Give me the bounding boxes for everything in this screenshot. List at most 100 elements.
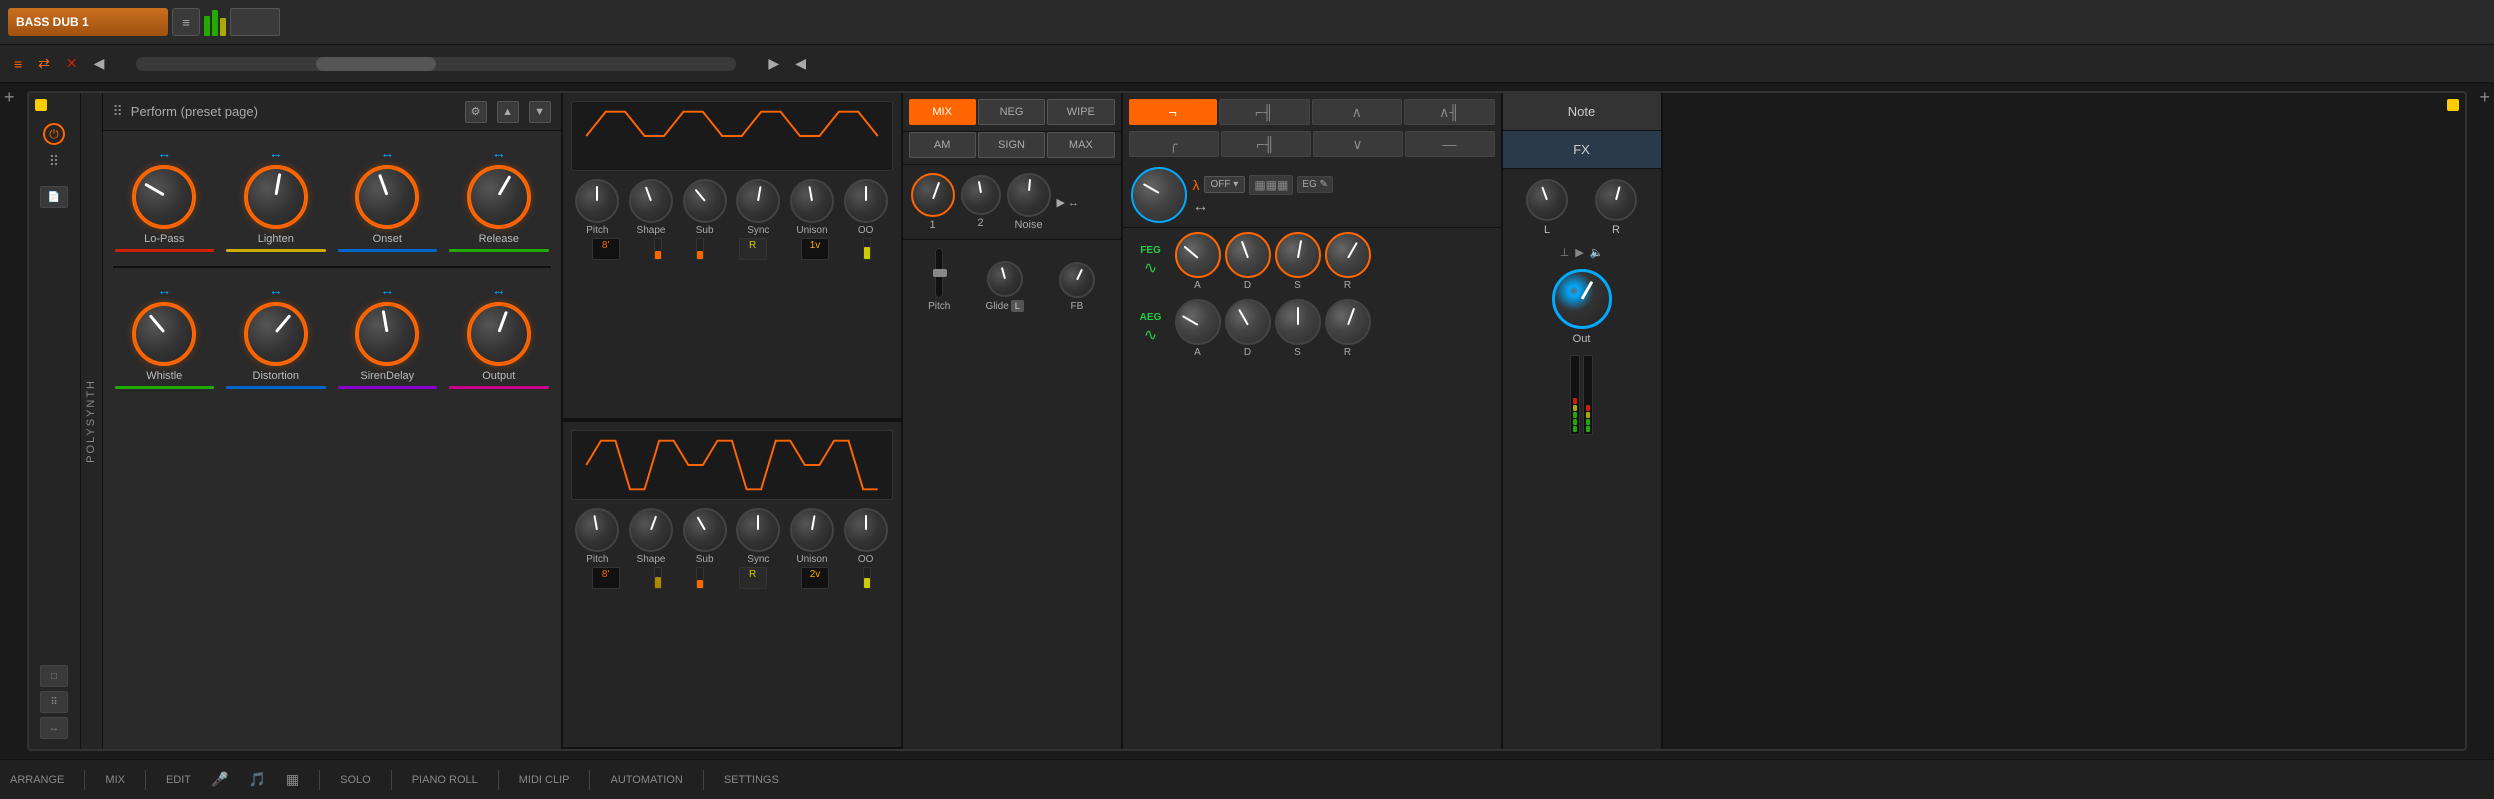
aeg-s-knob[interactable] (1275, 299, 1321, 345)
play-icon[interactable]: ▶ (1575, 246, 1583, 259)
osc2-sub-knob[interactable] (683, 508, 727, 552)
filter-btn-8[interactable]: — (1405, 131, 1495, 157)
nav-left-btn[interactable]: ≡ (10, 54, 26, 74)
perform-settings-btn[interactable]: ⚙ (465, 101, 487, 123)
r-knob[interactable] (1595, 179, 1637, 221)
bottom-solo[interactable]: SOLO (340, 774, 371, 786)
osc1-shape-knob[interactable] (629, 179, 673, 223)
whistle-knob[interactable] (132, 302, 196, 366)
feg-d-knob[interactable] (1225, 232, 1271, 278)
osc2-octave-val[interactable]: 8' (592, 567, 620, 589)
osc1-bar1[interactable] (654, 238, 662, 260)
osc1-v-val[interactable]: 1v (801, 238, 829, 260)
ch1-knob[interactable] (911, 173, 955, 217)
osc1-pitch-knob[interactable] (575, 179, 619, 223)
filter-eg-btn[interactable]: EG ✎ (1297, 176, 1333, 193)
osc2-shape-knob[interactable] (629, 508, 673, 552)
feg-a-knob[interactable] (1175, 232, 1221, 278)
wave-lambda-icon[interactable]: λ (1193, 177, 1200, 193)
grid-icon[interactable]: ⠿ (49, 153, 59, 170)
osc1-bar3[interactable] (863, 238, 871, 260)
play-left-btn[interactable]: ◀ (90, 53, 109, 74)
filter-btn-2[interactable]: ⌐╢ (1219, 99, 1310, 125)
filter-btn-4[interactable]: ∧╢ (1404, 99, 1495, 125)
mix-btn-mix[interactable]: MIX (909, 99, 976, 125)
aeg-a-knob[interactable] (1175, 299, 1221, 345)
l-knob[interactable] (1526, 179, 1568, 221)
output-perf-knob[interactable] (467, 302, 531, 366)
osc2-link-knob[interactable] (844, 508, 888, 552)
osc1-unison-knob[interactable] (790, 179, 834, 223)
perform-up-btn[interactable]: ▲ (497, 101, 519, 123)
filter-off-btn[interactable]: OFF ▾ (1204, 176, 1246, 193)
osc1-link-knob[interactable] (844, 179, 888, 223)
out-knob[interactable] (1552, 269, 1612, 329)
osc2-r-val[interactable]: R (739, 567, 767, 589)
play-right-btn[interactable]: ▶ (764, 53, 783, 74)
play-left2-btn[interactable]: ◀ (791, 53, 810, 74)
bottom-edit[interactable]: EDIT (166, 774, 191, 786)
note-btn[interactable]: Note (1503, 93, 1661, 131)
osc2-v-val[interactable]: 2v (801, 567, 829, 589)
bottom-arrange[interactable]: ARRANGE (10, 774, 64, 786)
filter-bars-btn[interactable]: ▦▦▦ (1249, 175, 1293, 195)
mix-btn-sign[interactable]: SIGN (978, 132, 1045, 158)
fb-knob[interactable] (1059, 262, 1095, 298)
power-button[interactable]: ⏻ (43, 123, 65, 145)
pitch-slider[interactable] (935, 248, 943, 298)
onset-knob[interactable] (355, 165, 419, 229)
perform-down-btn[interactable]: ▼ (529, 101, 551, 123)
osc1-sub-knob[interactable] (683, 179, 727, 223)
scroll-bar[interactable] (136, 57, 736, 71)
side-btn-2[interactable]: ⠿ (40, 691, 68, 713)
ch2-knob[interactable] (961, 175, 1001, 215)
lopass-knob[interactable] (132, 165, 196, 229)
menu-btn[interactable]: ≡ (172, 8, 200, 36)
osc2-unison-knob[interactable] (790, 508, 834, 552)
bottom-mic-icon[interactable]: 🎤 (211, 771, 228, 788)
osc1-bar2[interactable] (696, 238, 704, 260)
mix-btn-wipe[interactable]: WIPE (1047, 99, 1114, 125)
glide-knob[interactable] (987, 261, 1023, 297)
bottom-midiclip[interactable]: MIDI CLIP (519, 774, 570, 786)
nav-shuffle-btn[interactable]: ⇄ (34, 53, 54, 74)
lighten-knob[interactable] (244, 165, 308, 229)
feg-s-knob[interactable] (1275, 232, 1321, 278)
aeg-r-knob[interactable] (1325, 299, 1371, 345)
feg-r-knob[interactable] (1325, 232, 1371, 278)
mixer-arrow-btn[interactable]: ▶ ↔ (1057, 196, 1080, 209)
bottom-grid-icon[interactable]: ▦ (286, 771, 299, 788)
osc1-octave-val[interactable]: 8' (592, 238, 620, 260)
bottom-note-icon[interactable]: 🎵 (248, 771, 265, 788)
mix-btn-am[interactable]: AM (909, 132, 976, 158)
noise-knob[interactable] (1007, 173, 1051, 217)
filter-btn-5[interactable]: ╭ (1129, 131, 1219, 157)
page-icon[interactable]: 📄 (40, 186, 68, 208)
bottom-settings[interactable]: SETTINGS (724, 774, 779, 786)
osc1-r-val[interactable]: R (739, 238, 767, 260)
add-track-left[interactable]: + (0, 83, 19, 759)
side-btn-1[interactable]: □ (40, 665, 68, 687)
speaker-icon[interactable]: 🔈 (1590, 246, 1604, 259)
mix-btn-neg[interactable]: NEG (978, 99, 1045, 125)
filter-btn-1[interactable]: ¬ (1129, 99, 1218, 125)
osc2-bar1[interactable] (654, 567, 662, 589)
fx-btn[interactable]: FX (1503, 131, 1661, 169)
filter-btn-3[interactable]: ∧ (1312, 99, 1403, 125)
side-btn-3[interactable]: ↔ (40, 717, 68, 739)
distortion-knob[interactable] (244, 302, 308, 366)
filter-cutoff-knob[interactable] (1131, 167, 1187, 223)
osc2-pitch-knob[interactable] (575, 508, 619, 552)
osc2-sync-knob[interactable] (736, 508, 780, 552)
filter-btn-7[interactable]: ∨ (1313, 131, 1403, 157)
mix-btn-max[interactable]: MAX (1047, 132, 1114, 158)
filter-btn-6[interactable]: ⌐╢ (1221, 131, 1311, 157)
pin-icon[interactable]: ⊥ (1560, 246, 1570, 259)
aeg-d-knob[interactable] (1225, 299, 1271, 345)
osc1-sync-knob[interactable] (736, 179, 780, 223)
osc2-bar2[interactable] (696, 567, 704, 589)
osc2-bar3[interactable] (863, 567, 871, 589)
bottom-automation[interactable]: AUTOMATION (610, 774, 682, 786)
release-knob[interactable] (467, 165, 531, 229)
bottom-pianoroll[interactable]: PIANO ROLL (412, 774, 478, 786)
